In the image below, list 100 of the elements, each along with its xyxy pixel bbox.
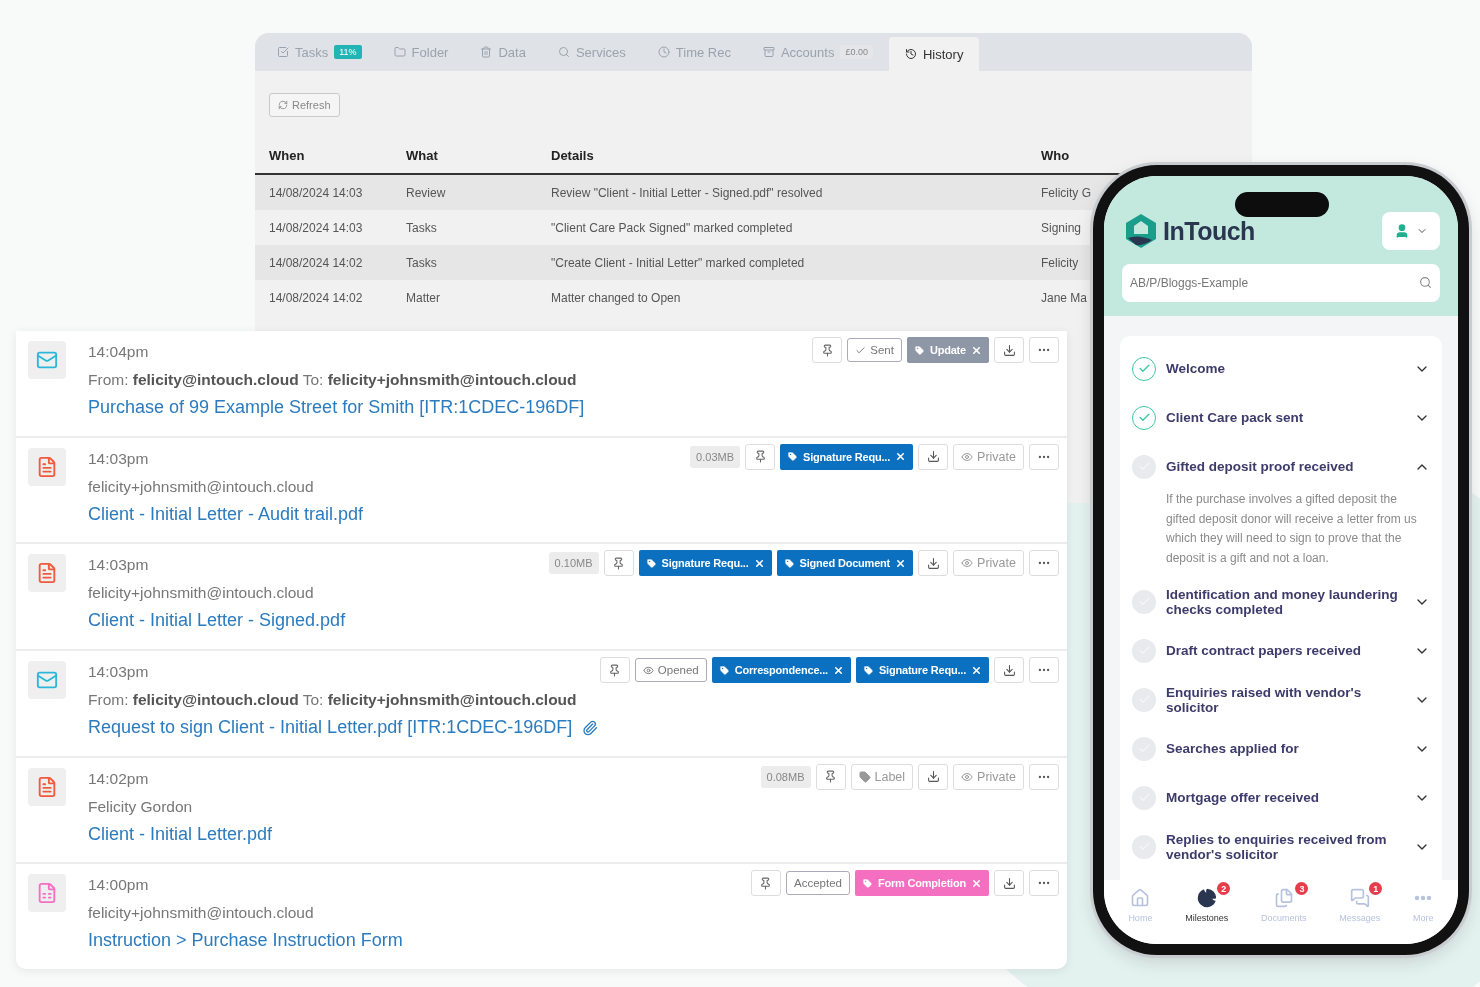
milestone-item[interactable]: Identification and money laundering checks completed (1132, 577, 1430, 626)
bin-icon (480, 46, 493, 58)
download-icon (926, 556, 940, 570)
more-icon (1414, 895, 1433, 901)
download-button[interactable] (994, 870, 1024, 897)
tab[interactable]: Tasks 11% (261, 33, 378, 71)
entry-time: 14:00pm (88, 876, 149, 895)
pin-button[interactable] (745, 443, 776, 470)
entry-time: 14:04pm (88, 343, 149, 361)
table-cell-text: Matter changed to Open (551, 290, 682, 305)
entry-title-link[interactable]: Client - Initial Letter.pdf (88, 823, 273, 845)
envelope-icon (36, 349, 58, 371)
tag-chip[interactable]: Update (906, 337, 989, 363)
search-field[interactable]: AB/P/Bloggs-Example (1122, 264, 1440, 302)
entry-title-link[interactable]: Request to sign Client - Initial Letter.pdf [ITR:1CDEC-196DF] (88, 717, 573, 738)
private-button[interactable]: Private (953, 763, 1024, 790)
tab[interactable]: Accounts £0.00 (746, 33, 889, 71)
opened-status: Opened (634, 658, 707, 682)
nav-tab[interactable]: Messages 1 (1329, 882, 1391, 923)
tag-chip[interactable]: Signature Requ... (780, 443, 914, 470)
tag-chip[interactable]: Signed Document (776, 550, 914, 577)
pin-button[interactable] (603, 550, 634, 577)
file-size: 0.03MB (690, 445, 741, 468)
tab[interactable]: History (888, 37, 980, 71)
entry-time: 14:03pm (88, 663, 149, 681)
clock-icon (657, 46, 670, 58)
milestone-item[interactable]: Mortgage offer received (1132, 773, 1430, 822)
envelope-icon (36, 669, 58, 691)
check-icon (1137, 362, 1151, 375)
pie-chart-icon (1196, 888, 1217, 908)
close-icon (895, 451, 907, 463)
pin-button[interactable] (751, 870, 781, 897)
tag-chip[interactable]: Signature Requ... (638, 550, 772, 577)
download-button[interactable] (918, 443, 949, 470)
count-badge: 1 (1369, 882, 1383, 895)
nav-tab[interactable]: Milestones 2 (1175, 882, 1239, 923)
download-icon (1002, 663, 1016, 677)
table-cell-text: Review "Client - Initial Letter - Signed.pdf" resolved (551, 185, 824, 200)
entry-time: 14:03pm (88, 556, 149, 575)
milestone-item[interactable]: Searches applied for (1132, 724, 1430, 773)
tag-icon (645, 557, 657, 569)
column-header: Who (1041, 147, 1071, 163)
table-cell-text: Felicity (1041, 255, 1080, 270)
tag-chip[interactable]: Signature Requ... (855, 657, 989, 683)
eye-icon (642, 664, 654, 676)
search-icon (557, 46, 570, 58)
refresh-button[interactable]: Refresh (269, 93, 340, 117)
entry-title-link[interactable]: Instruction > Purchase Instruction Form (88, 930, 403, 952)
documents-icon (1273, 888, 1294, 908)
tag-icon (861, 877, 873, 889)
download-button[interactable] (918, 550, 949, 577)
milestone-item[interactable]: Draft contract papers received (1132, 626, 1430, 675)
download-icon (926, 450, 940, 464)
milestone-title: Draft contract papers received (1166, 643, 1363, 658)
logo-text: InTouch (1163, 216, 1255, 246)
pin-button[interactable] (812, 337, 843, 363)
close-icon (832, 664, 844, 676)
column-header: Details (551, 147, 595, 163)
private-button[interactable]: Private (953, 443, 1024, 470)
milestone-item[interactable]: Welcome (1132, 344, 1430, 393)
download-button[interactable] (994, 657, 1024, 683)
count-badge: 2 (1217, 882, 1231, 895)
pin-button[interactable] (815, 763, 846, 790)
status-label: Accepted (786, 871, 850, 896)
tab-badge: 11% (334, 45, 362, 59)
entry-title-link[interactable]: Client - Initial Letter - Signed.pdf (88, 610, 346, 632)
download-button[interactable] (918, 763, 949, 790)
tag-icon (718, 664, 730, 676)
table-cell-text: Signing (1041, 220, 1083, 235)
private-button[interactable]: Private (953, 550, 1024, 577)
entry-sender: felicity+johnsmith@intouch.cloud (88, 477, 315, 496)
table-cell-text: Tasks (406, 220, 438, 235)
entry-title-link[interactable]: Client - Initial Letter - Audit trail.pdf (88, 503, 364, 525)
milestone-item[interactable]: Enquiries raised with vendor's solicitor (1132, 675, 1430, 724)
pin-button[interactable] (599, 657, 630, 683)
search-icon (1419, 276, 1432, 289)
tag-chip[interactable]: Correspondence... (711, 657, 851, 683)
download-icon (1002, 343, 1016, 357)
home-icon (1130, 888, 1151, 908)
eye-icon (961, 770, 974, 783)
milestone-item[interactable]: Client Care pack sent (1132, 393, 1430, 442)
box-icon (762, 46, 775, 58)
tag-chip[interactable]: Form Completion (854, 870, 989, 897)
nav-tab[interactable]: Documents 3 (1250, 882, 1317, 923)
entry-title-link[interactable]: Purchase of 99 Example Street for Smith [ITR:1CDEC-196DF] (88, 397, 585, 418)
folder-icon (393, 46, 406, 58)
download-button[interactable] (994, 337, 1024, 363)
account-button[interactable] (1382, 212, 1440, 250)
table-cell-text: 14/08/2024 14:03 (269, 185, 364, 200)
check-icon (855, 344, 867, 356)
pin-icon (824, 770, 837, 784)
milestone-title: Enquiries raised with vendor's solicitor (1166, 684, 1363, 715)
form-icon (36, 882, 58, 905)
tab-badge: £0.00 (840, 45, 873, 59)
download-icon (926, 770, 940, 784)
milestone-title: Welcome (1166, 361, 1227, 376)
eye-icon (961, 557, 974, 570)
label-button[interactable]: Label (850, 763, 914, 790)
milestone-item[interactable]: Replies to enquiries received from vendor's solicitor (1132, 822, 1430, 871)
close-icon (895, 557, 907, 569)
